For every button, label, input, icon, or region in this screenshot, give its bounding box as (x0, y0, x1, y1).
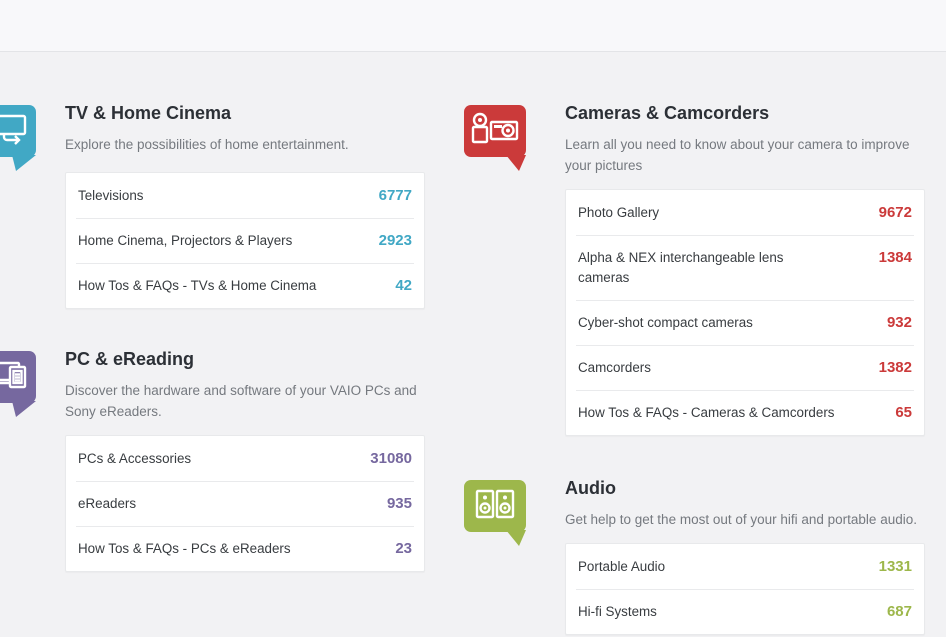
board-label: Home Cinema, Projectors & Players (78, 231, 292, 251)
board-label: Photo Gallery (578, 203, 659, 223)
board-count: 935 (387, 494, 412, 514)
board-row-alpha-nex[interactable]: Alpha & NEX interchangeable lens cameras… (566, 235, 924, 300)
board-label: How Tos & FAQs - Cameras & Camcorders (578, 403, 834, 423)
audio-speech-bubble-icon[interactable] (464, 480, 540, 552)
board-list: Televisions 6777 Home Cinema, Projectors… (65, 172, 425, 309)
category-title[interactable]: TV & Home Cinema (65, 101, 425, 125)
board-row-howtos-cameras[interactable]: How Tos & FAQs - Cameras & Camcorders 65 (566, 390, 924, 435)
board-row-portable-audio[interactable]: Portable Audio 1331 (566, 544, 924, 589)
category-description: Get help to get the most out of your hif… (565, 509, 925, 530)
board-label: Televisions (78, 186, 144, 206)
board-list: Photo Gallery 9672 Alpha & NEX interchan… (565, 189, 925, 436)
category-description: Explore the possibilities of home entert… (65, 134, 425, 155)
category-title[interactable]: Audio (565, 476, 925, 500)
board-row-howtos-tv[interactable]: How Tos & FAQs - TVs & Home Cinema 42 (66, 263, 424, 308)
category-tv-home-cinema: TV & Home Cinema Explore the possibiliti… (65, 101, 425, 309)
board-label: Cyber-shot compact cameras (578, 313, 753, 333)
board-label: eReaders (78, 494, 136, 514)
board-label: How Tos & FAQs - TVs & Home Cinema (78, 276, 316, 296)
board-count: 31080 (370, 449, 412, 469)
camera-speech-bubble-icon[interactable] (464, 105, 540, 177)
board-row-ereaders[interactable]: eReaders 935 (66, 481, 424, 526)
speakers-icon (464, 480, 540, 552)
community-categories-page: TV & Home Cinema Explore the possibiliti… (0, 0, 946, 637)
category-title[interactable]: Cameras & Camcorders (565, 101, 925, 125)
board-count: 6777 (379, 186, 412, 206)
board-count: 23 (395, 539, 412, 559)
category-description: Discover the hardware and software of yo… (65, 380, 425, 422)
board-label: How Tos & FAQs - PCs & eReaders (78, 539, 291, 559)
board-count: 42 (395, 276, 412, 296)
board-row-cybershot[interactable]: Cyber-shot compact cameras 932 (566, 300, 924, 345)
pc-speech-bubble-icon[interactable] (0, 351, 50, 423)
category-title[interactable]: PC & eReading (65, 347, 425, 371)
board-row-howtos-pcs[interactable]: How Tos & FAQs - PCs & eReaders 23 (66, 526, 424, 571)
board-count: 1331 (879, 557, 912, 577)
board-label: Portable Audio (578, 557, 665, 577)
board-list: PCs & Accessories 31080 eReaders 935 How… (65, 435, 425, 572)
board-row-televisions[interactable]: Televisions 6777 (66, 173, 424, 218)
camera-icon (464, 105, 540, 177)
tv-speech-bubble-icon[interactable] (0, 105, 50, 177)
category-pc-ereading: PC & eReading Discover the hardware and … (65, 347, 425, 572)
board-list: Portable Audio 1331 Hi-fi Systems 687 (565, 543, 925, 635)
board-count: 687 (887, 602, 912, 622)
pc-icon (0, 351, 50, 423)
board-count: 65 (895, 403, 912, 423)
category-description: Learn all you need to know about your ca… (565, 134, 925, 176)
board-count: 1382 (879, 358, 912, 378)
board-label: Hi-fi Systems (578, 602, 657, 622)
board-row-hifi-systems[interactable]: Hi-fi Systems 687 (566, 589, 924, 634)
top-bar (0, 0, 946, 52)
board-label: Camcorders (578, 358, 651, 378)
board-count: 1384 (879, 248, 912, 268)
tv-icon (0, 105, 50, 177)
board-count: 932 (887, 313, 912, 333)
board-row-camcorders[interactable]: Camcorders 1382 (566, 345, 924, 390)
board-label: Alpha & NEX interchangeable lens cameras (578, 248, 836, 288)
board-row-home-cinema[interactable]: Home Cinema, Projectors & Players 2923 (66, 218, 424, 263)
category-cameras-camcorders: Cameras & Camcorders Learn all you need … (565, 101, 925, 436)
board-row-photo-gallery[interactable]: Photo Gallery 9672 (566, 190, 924, 235)
board-label: PCs & Accessories (78, 449, 191, 469)
board-row-pcs-accessories[interactable]: PCs & Accessories 31080 (66, 436, 424, 481)
board-count: 2923 (379, 231, 412, 251)
board-count: 9672 (879, 203, 912, 223)
category-audio: Audio Get help to get the most out of yo… (565, 476, 925, 635)
